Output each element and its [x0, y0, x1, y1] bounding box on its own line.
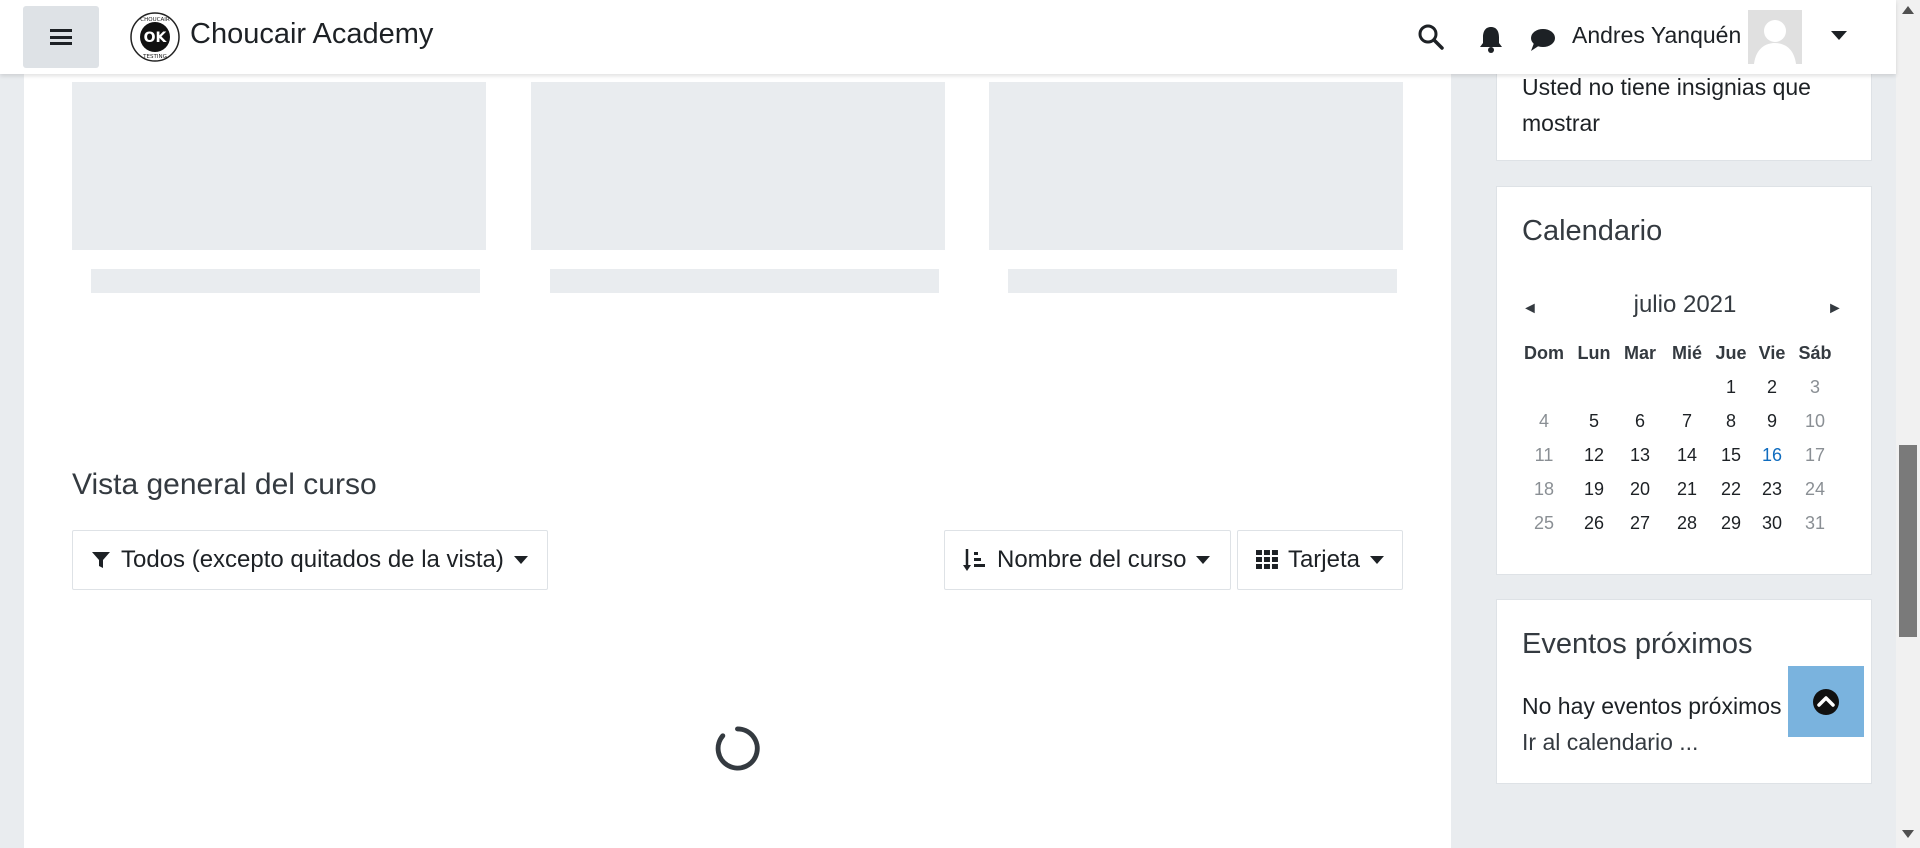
sort-label: Nombre del curso [997, 546, 1187, 573]
calendar-weekday-header: Vie [1758, 343, 1786, 363]
hamburger-icon [50, 29, 72, 45]
caret-down-icon [1196, 556, 1211, 564]
calendar-day[interactable]: 22 [1709, 479, 1753, 500]
site-logo[interactable]: OK CHOUCAIR TESTING [130, 12, 180, 62]
calendar-day[interactable]: 23 [1750, 479, 1794, 500]
calendar-day[interactable]: 3 [1793, 377, 1837, 398]
calendar-day[interactable]: 13 [1618, 445, 1662, 466]
logo-mark: OK [144, 30, 168, 46]
calendar-day[interactable]: 1 [1709, 377, 1753, 398]
calendar-block: Calendario ◄ julio 2021 ► Dom Lun Mar Mié Ju… [1496, 186, 1872, 575]
calendar-day[interactable]: 18 [1522, 479, 1566, 500]
page-scrollbar[interactable] [1896, 0, 1920, 848]
view-label: Tarjeta [1287, 546, 1360, 573]
calendar-weekday-header: Lun [1577, 343, 1611, 363]
course-placeholder-image [72, 82, 486, 250]
calendar-day[interactable]: 20 [1618, 479, 1662, 500]
calendar-day[interactable]: 27 [1618, 513, 1662, 534]
calendar-day[interactable]: 15 [1709, 445, 1753, 466]
site-name[interactable]: Choucair Academy [190, 18, 433, 51]
sort-dropdown[interactable]: Nombre del curso [944, 530, 1231, 590]
filter-icon [92, 552, 110, 568]
chevron-up-icon [1813, 688, 1839, 715]
grid-icon [1256, 550, 1278, 569]
calendar-day[interactable]: 26 [1572, 513, 1616, 534]
badges-empty-text: Usted no tiene insignias que mostrar [1522, 74, 1811, 136]
caret-down-icon[interactable] [1830, 29, 1848, 41]
calendar-day[interactable]: 24 [1793, 479, 1837, 500]
calendar-month-label: julio 2021 [1633, 291, 1737, 318]
badges-block: Usted no tiene insignias que mostrar [1496, 60, 1872, 161]
calendar-title: Calendario [1522, 215, 1663, 247]
calendar-next-button[interactable]: ► [1827, 300, 1843, 318]
upcoming-events-title: Eventos próximos [1522, 628, 1753, 660]
calendar-day[interactable]: 17 [1793, 445, 1837, 466]
sort-icon [963, 549, 985, 571]
calendar-day[interactable]: 7 [1665, 411, 1709, 432]
course-placeholder-text [550, 269, 939, 293]
filter-dropdown[interactable]: Todos (excepto quitados de la vista) [72, 530, 548, 590]
go-to-calendar-link[interactable]: Ir al calendario ... [1522, 729, 1698, 756]
calendar-day[interactable]: 8 [1709, 411, 1753, 432]
spinner-icon [715, 726, 760, 771]
course-placeholder-image [531, 82, 945, 250]
calendar-weekday-header: Jue [1715, 343, 1747, 363]
view-dropdown[interactable]: Tarjeta [1237, 530, 1403, 590]
calendar-day[interactable]: 10 [1793, 411, 1837, 432]
scrollbar-thumb[interactable] [1899, 445, 1917, 637]
course-placeholder-text [91, 269, 480, 293]
calendar-day[interactable]: 9 [1750, 411, 1794, 432]
logo-text-bottom: TESTING [142, 54, 167, 60]
calendar-weekday-header: Mié [1671, 343, 1702, 363]
calendar-day-today[interactable]: 16 [1750, 445, 1794, 466]
course-placeholder-text [1008, 269, 1397, 293]
calendar-day[interactable]: 5 [1572, 411, 1616, 432]
bell-icon[interactable] [1476, 24, 1506, 54]
calendar-day[interactable]: 25 [1522, 513, 1566, 534]
course-placeholder-image [989, 82, 1403, 250]
logo-text-top: CHOUCAIR [140, 17, 170, 23]
chat-icon[interactable] [1528, 26, 1558, 56]
caret-down-icon [1370, 556, 1384, 564]
calendar-day[interactable]: 29 [1709, 513, 1753, 534]
calendar-day[interactable]: 2 [1750, 377, 1794, 398]
calendar-day[interactable]: 12 [1572, 445, 1616, 466]
scroll-down-arrow-icon[interactable] [1902, 830, 1914, 838]
back-to-top-button[interactable] [1788, 666, 1864, 737]
drawer-toggle-button[interactable] [23, 6, 99, 68]
calendar-weekday-header: Dom [1524, 343, 1564, 363]
no-events-text: No hay eventos próximos [1522, 693, 1782, 719]
scroll-up-arrow-icon[interactable] [1902, 6, 1914, 14]
top-navbar: OK CHOUCAIR TESTING Choucair Academy And… [0, 0, 1896, 74]
calendar-day[interactable]: 4 [1522, 411, 1566, 432]
calendar-day[interactable]: 14 [1665, 445, 1709, 466]
calendar-day[interactable]: 28 [1665, 513, 1709, 534]
calendar-day[interactable]: 30 [1750, 513, 1794, 534]
calendar-day[interactable]: 19 [1572, 479, 1616, 500]
calendar-day[interactable]: 6 [1618, 411, 1662, 432]
calendar-weekday-header: Mar [1623, 343, 1656, 363]
course-overview-title: Vista general del curso [72, 468, 377, 501]
calendar-weekday-header: Sáb [1798, 343, 1832, 363]
filter-label: Todos (excepto quitados de la vista) [121, 546, 504, 573]
calendar-day[interactable]: 11 [1522, 445, 1566, 466]
caret-down-icon [513, 556, 528, 564]
calendar-day[interactable]: 31 [1793, 513, 1837, 534]
avatar[interactable] [1748, 10, 1802, 64]
user-name[interactable]: Andres Yanquén [1572, 22, 1741, 49]
calendar-day[interactable]: 21 [1665, 479, 1709, 500]
search-icon[interactable] [1416, 22, 1446, 52]
